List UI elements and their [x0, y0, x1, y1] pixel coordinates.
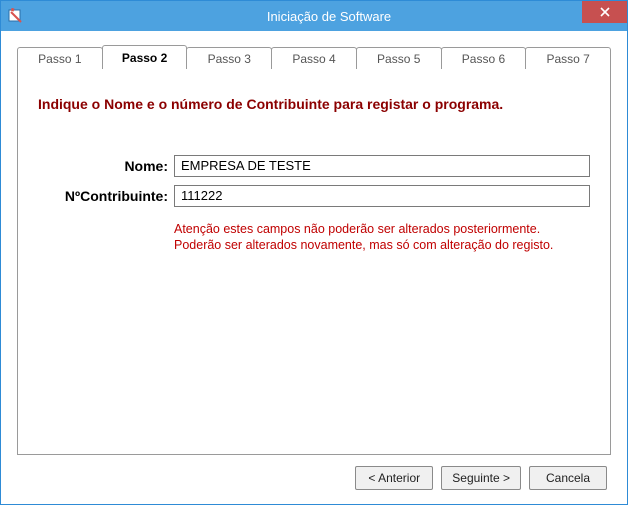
tab-passo-3[interactable]: Passo 3 [186, 47, 272, 69]
tab-passo-6[interactable]: Passo 6 [441, 47, 527, 69]
app-icon [1, 1, 31, 31]
name-input[interactable] [174, 155, 590, 177]
tab-passo-4[interactable]: Passo 4 [271, 47, 357, 69]
app-window: Iniciação de Software Passo 1 Passo 2 Pa… [0, 0, 628, 505]
tab-label: Passo 7 [546, 52, 589, 66]
cancel-button[interactable]: Cancela [529, 466, 607, 490]
tab-passo-7[interactable]: Passo 7 [525, 47, 611, 69]
tab-passo-2[interactable]: Passo 2 [102, 45, 188, 69]
close-button[interactable] [582, 1, 627, 23]
next-button[interactable]: Seguinte > [441, 466, 521, 490]
taxid-label: NºContribuinte: [38, 188, 174, 204]
page-instructions: Indique o Nome e o número de Contribuint… [38, 95, 590, 155]
form-row-name: Nome: [38, 155, 590, 177]
tab-passo-5[interactable]: Passo 5 [356, 47, 442, 69]
tab-strip: Passo 1 Passo 2 Passo 3 Passo 4 Passo 5 … [17, 47, 611, 69]
tab-label: Passo 6 [462, 52, 505, 66]
back-button[interactable]: < Anterior [355, 466, 433, 490]
tab-page: Indique o Nome e o número de Contribuint… [17, 68, 611, 455]
tab-panel: Passo 1 Passo 2 Passo 3 Passo 4 Passo 5 … [17, 47, 611, 456]
tab-label: Passo 4 [292, 52, 335, 66]
tab-label: Passo 2 [122, 51, 167, 65]
name-label: Nome: [38, 158, 174, 174]
taxid-input[interactable] [174, 185, 590, 207]
tab-passo-1[interactable]: Passo 1 [17, 47, 103, 69]
titlebar: Iniciação de Software [1, 1, 627, 31]
window-title: Iniciação de Software [31, 9, 627, 24]
warning-text: Atenção estes campos não poderão ser alt… [174, 221, 584, 255]
close-icon [600, 7, 610, 17]
tab-label: Passo 1 [38, 52, 81, 66]
tab-label: Passo 3 [208, 52, 251, 66]
client-area: Passo 1 Passo 2 Passo 3 Passo 4 Passo 5 … [1, 31, 627, 504]
wizard-buttons: < Anterior Seguinte > Cancela [17, 456, 611, 494]
form-row-taxid: NºContribuinte: [38, 185, 590, 207]
tab-label: Passo 5 [377, 52, 420, 66]
